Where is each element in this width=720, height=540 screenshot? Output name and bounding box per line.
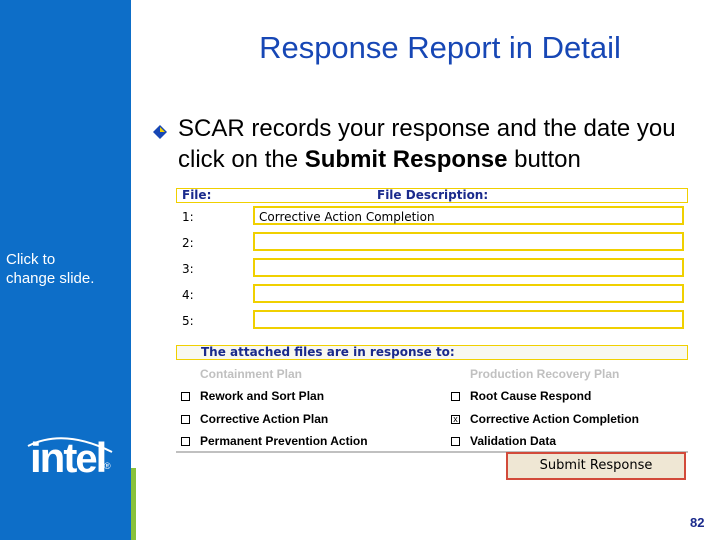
file-description-value: Corrective Action Completion (259, 210, 435, 224)
bullet-text: SCAR records your response and the date … (178, 113, 718, 175)
accent-bar (131, 468, 136, 540)
slide-title: Response Report in Detail (259, 30, 621, 65)
checkbox-corrective-action-completion[interactable]: x (451, 415, 460, 424)
file-description-input-3[interactable] (253, 258, 684, 277)
file-row-number: 2: (182, 236, 194, 250)
intel-logo: intel ® (27, 434, 113, 482)
option-corrective-action-plan: Corrective Action Plan (200, 412, 329, 426)
checkbox-validation-data[interactable] (451, 437, 460, 446)
option-corrective-action-completion: Corrective Action Completion (470, 412, 639, 426)
attached-response-section: The attached files are in response to: (176, 345, 688, 360)
file-description-column-header: File Description: (377, 188, 489, 202)
page-number: 82 (690, 515, 705, 530)
logo-swoosh-icon (27, 437, 113, 453)
file-header: File: File Description: (176, 188, 688, 203)
click-to-change-slide-text[interactable]: Click to change slide. (6, 250, 96, 288)
bullet-text-bold: Submit Response (304, 146, 508, 173)
file-row: 5: (176, 307, 688, 333)
file-row-number: 3: (182, 262, 194, 276)
option-validation-data: Validation Data (470, 434, 557, 448)
option-rework-and-sort-plan: Rework and Sort Plan (200, 389, 325, 403)
attached-header: The attached files are in response to: (176, 345, 688, 360)
file-description-input-4[interactable] (253, 284, 684, 303)
submit-response-button[interactable]: Submit Response (506, 452, 686, 480)
checkbox-root-cause-respond[interactable] (451, 392, 460, 401)
checkbox-permanent-prevention-action[interactable] (181, 437, 190, 446)
file-description-input-1[interactable]: Corrective Action Completion (253, 206, 684, 225)
file-row: 4: (176, 281, 688, 307)
checkbox-corrective-action-plan[interactable] (181, 415, 190, 424)
option-containment-plan: Containment Plan (200, 367, 303, 381)
file-row: 2: (176, 229, 688, 255)
file-form: File: File Description: 1: Corrective Ac… (176, 188, 688, 333)
checkbox-rework-and-sort-plan[interactable] (181, 392, 190, 401)
bullet-diamond-icon (153, 125, 167, 139)
logo-registered-mark: ® (104, 461, 111, 471)
checkbox-placeholder (181, 372, 190, 381)
file-row: 1: Corrective Action Completion (176, 203, 688, 229)
option-root-cause-respond: Root Cause Respond (470, 389, 592, 403)
option-production-recovery-plan: Production Recovery Plan (470, 367, 620, 381)
file-row-number: 5: (182, 314, 194, 328)
file-description-input-5[interactable] (253, 310, 684, 329)
file-column-header: File: (182, 188, 212, 202)
file-row-number: 1: (182, 210, 194, 224)
bullet-text-part2: button (507, 146, 581, 173)
file-description-input-2[interactable] (253, 232, 684, 251)
file-row-number: 4: (182, 288, 194, 302)
file-row: 3: (176, 255, 688, 281)
option-permanent-prevention-action: Permanent Prevention Action (200, 434, 368, 448)
